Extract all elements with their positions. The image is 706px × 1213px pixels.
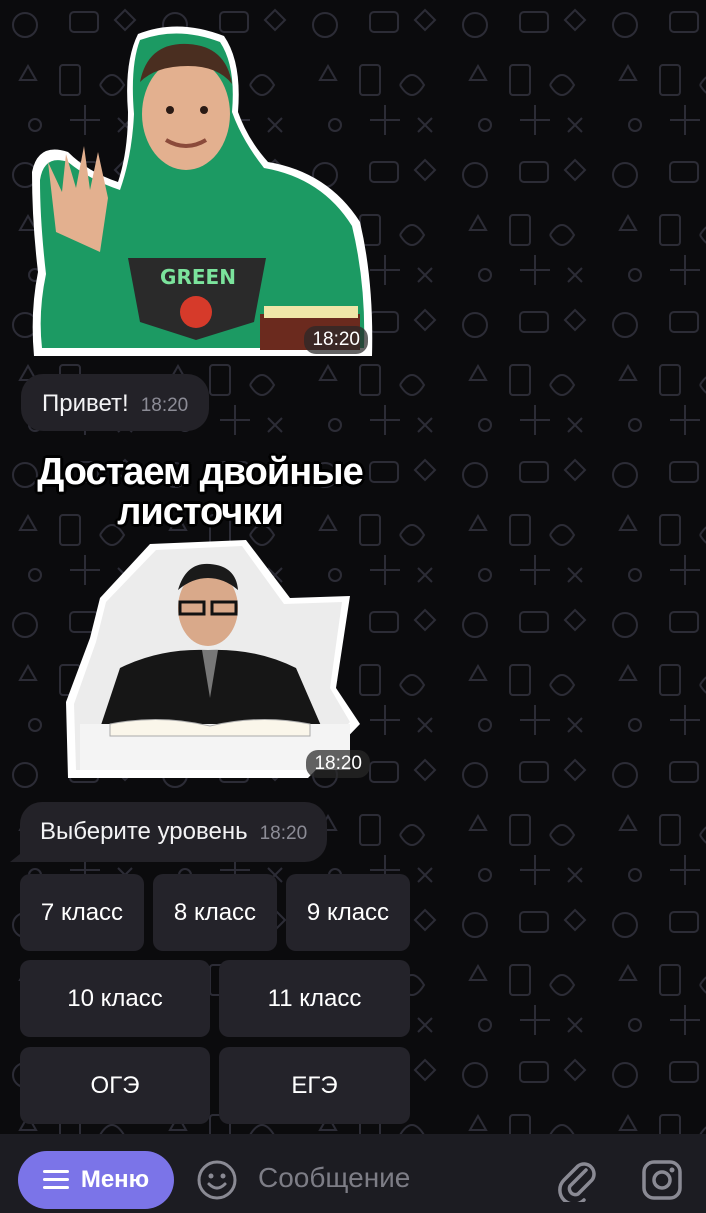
keyboard-button-grade-11[interactable]: 11 класс — [219, 960, 410, 1037]
message-text: Выберите уровень — [40, 818, 248, 845]
message-bubble[interactable]: Выберите уровень 18:20 — [20, 802, 328, 862]
message-time: 18:20 — [306, 750, 370, 778]
instagram-camera-icon[interactable] — [640, 1158, 684, 1202]
sticker-message[interactable]: GREEN 18:20 — [28, 22, 374, 358]
hamburger-icon — [42, 1170, 69, 1190]
sticker-image — [66, 540, 360, 778]
keyboard-button-ege[interactable]: ЕГЭ — [219, 1047, 410, 1124]
sticker-caption: Достаем двойные листочки — [20, 452, 380, 532]
caption-line: листочки — [117, 491, 283, 533]
emoji-icon[interactable] — [196, 1159, 238, 1201]
paperclip-icon[interactable] — [556, 1156, 598, 1202]
svg-text:GREEN: GREEN — [160, 265, 236, 289]
message-time: 18:20 — [304, 326, 368, 354]
message-bubble[interactable]: Привет! 18:20 — [21, 374, 210, 431]
keyboard-button-grade-9[interactable]: 9 класс — [286, 874, 410, 951]
keyboard-button-grade-7[interactable]: 7 класс — [20, 874, 144, 951]
menu-button-label: Меню — [80, 1166, 150, 1193]
sticker-image: GREEN — [32, 26, 373, 357]
message-time: 18:20 — [259, 823, 308, 844]
keyboard-button-grade-10[interactable]: 10 класс — [20, 960, 210, 1037]
keyboard-button-grade-8[interactable]: 8 класс — [153, 874, 277, 951]
caption-line: Достаем двойные — [37, 451, 364, 493]
message-time: 18:20 — [140, 395, 189, 416]
keyboard-button-oge[interactable]: ОГЭ — [20, 1047, 210, 1124]
menu-button[interactable]: Меню — [18, 1151, 174, 1209]
message-input[interactable]: Сообщение — [258, 1162, 518, 1194]
message-input-bar: Меню Сообщение — [0, 1134, 706, 1213]
message-text: Привет! — [42, 390, 129, 417]
sticker-message[interactable]: 18:20 — [60, 538, 376, 782]
